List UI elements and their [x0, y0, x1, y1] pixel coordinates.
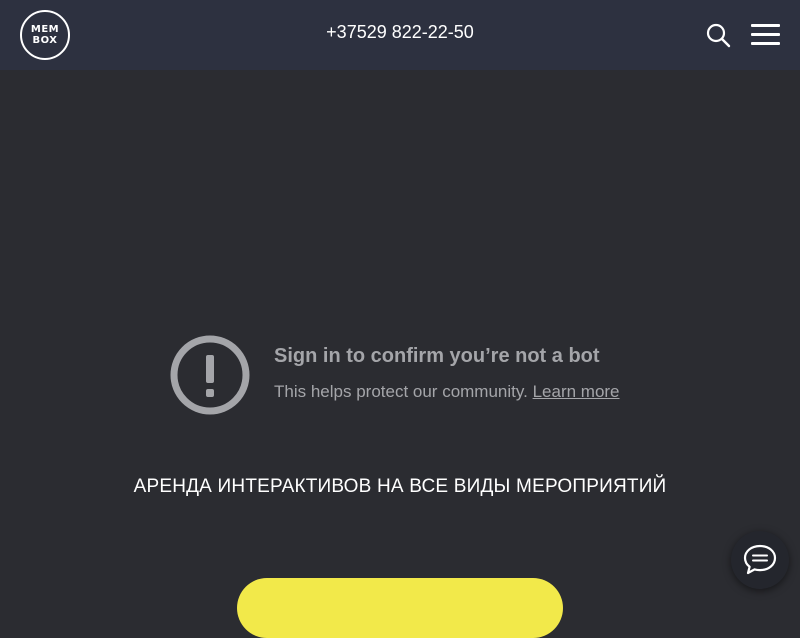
notice-text-row: This helps protect our community. Learn … [274, 382, 620, 402]
notice-title: Sign in to confirm you’re not a bot [274, 345, 600, 367]
site-header: МЕМ BOX +37529 822-22-50 [0, 0, 800, 70]
chat-bubble-icon [743, 544, 777, 575]
bot-check-notice: Sign in to confirm you’re not a bot This… [170, 335, 670, 415]
menu-button[interactable] [751, 24, 781, 46]
chat-button[interactable] [731, 531, 789, 589]
notice-text: This helps protect our community. [274, 382, 528, 401]
cta-button[interactable] [237, 578, 563, 638]
search-icon [706, 23, 731, 48]
learn-more-link[interactable]: Learn more [533, 382, 620, 401]
exclamation-circle-icon [170, 335, 250, 415]
search-button[interactable] [705, 22, 731, 48]
video-embed-area [0, 70, 800, 270]
phone-number-container: +37529 822-22-50 [0, 22, 800, 43]
page-tagline: АРЕНДА ИНТЕРАКТИВОВ НА ВСЕ ВИДЫ МЕРОПРИЯ… [133, 476, 667, 497]
phone-number-link[interactable]: +37529 822-22-50 [326, 22, 474, 42]
